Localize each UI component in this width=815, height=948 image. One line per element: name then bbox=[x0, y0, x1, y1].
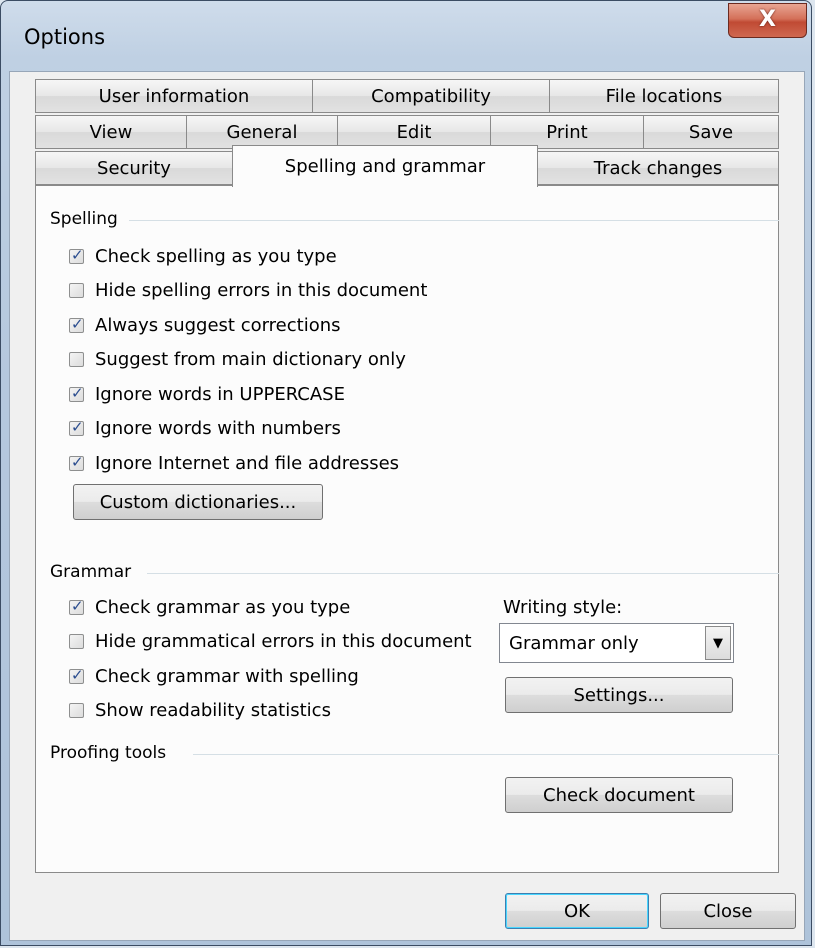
checkbox[interactable] bbox=[69, 352, 84, 367]
checkbox[interactable]: ✓ bbox=[69, 452, 84, 471]
writing-style-value: Grammar only bbox=[509, 633, 639, 654]
check-icon: ✓ bbox=[71, 314, 84, 333]
title-bar[interactable]: Options X bbox=[1, 1, 811, 71]
tab-view[interactable]: View bbox=[35, 115, 187, 149]
grammar-option-checkbox-row[interactable]: ✓ Check grammar with spelling bbox=[69, 664, 359, 688]
ok-button[interactable]: OK bbox=[505, 893, 649, 929]
check-icon: ✓ bbox=[71, 665, 84, 684]
checkbox[interactable] bbox=[69, 634, 84, 649]
close-button[interactable]: Close bbox=[660, 893, 796, 929]
checkbox[interactable]: ✓ bbox=[69, 418, 84, 436]
window-title: Options bbox=[24, 25, 106, 49]
checkbox-label: Hide grammatical errors in this document bbox=[95, 631, 472, 652]
tab-general[interactable]: General bbox=[186, 115, 338, 149]
checkbox-label: Ignore words in UPPERCASE bbox=[95, 383, 345, 405]
checkbox[interactable]: ✓ bbox=[69, 665, 84, 684]
checkbox-label: Hide spelling errors in this document bbox=[95, 280, 428, 301]
spelling-option-checkbox-row[interactable]: Suggest from main dictionary only bbox=[69, 348, 406, 372]
tab-security[interactable]: Security bbox=[35, 151, 233, 185]
check-icon: ✓ bbox=[71, 452, 84, 471]
checkbox[interactable]: ✓ bbox=[69, 383, 84, 402]
tab-compatibility[interactable]: Compatibility bbox=[312, 79, 550, 113]
proofing-tools-section-title: Proofing tools bbox=[50, 743, 167, 763]
checkbox[interactable]: ✓ bbox=[69, 314, 84, 333]
grammar-section-title: Grammar bbox=[50, 562, 132, 582]
writing-style-label: Writing style: bbox=[503, 597, 623, 618]
check-icon: ✓ bbox=[71, 596, 84, 615]
checkbox[interactable] bbox=[69, 703, 84, 718]
settings-button[interactable]: Settings... bbox=[505, 677, 733, 713]
spelling-option-checkbox-row[interactable]: ✓ Check spelling as you type bbox=[69, 244, 337, 268]
check-document-button[interactable]: Check document bbox=[505, 777, 733, 813]
checkbox-label: Always suggest corrections bbox=[95, 314, 341, 336]
checkbox-label: Check grammar as you type bbox=[95, 596, 351, 618]
check-icon: ✓ bbox=[71, 418, 84, 436]
checkbox-label: Ignore Internet and file addresses bbox=[95, 452, 400, 474]
spelling-divider bbox=[129, 220, 779, 221]
tab-print[interactable]: Print bbox=[490, 115, 644, 149]
checkbox-label: Suggest from main dictionary only bbox=[95, 349, 406, 370]
writing-style-select[interactable]: Grammar only ▼ bbox=[499, 623, 734, 663]
tab-user-information[interactable]: User information bbox=[35, 79, 313, 113]
spelling-option-checkbox-row[interactable]: ✓ Ignore words with numbers bbox=[69, 417, 341, 441]
spelling-section-title: Spelling bbox=[50, 209, 118, 229]
grammar-option-checkbox-row[interactable]: Show readability statistics bbox=[69, 699, 331, 723]
spelling-option-checkbox-row[interactable]: ✓ Ignore Internet and file addresses bbox=[69, 451, 399, 475]
checkbox[interactable]: ✓ bbox=[69, 596, 84, 615]
tab-edit[interactable]: Edit bbox=[337, 115, 491, 149]
options-dialog: Options X User information Compatibility… bbox=[0, 0, 812, 946]
grammar-option-checkbox-row[interactable]: ✓ Check grammar as you type bbox=[69, 595, 350, 619]
spelling-option-checkbox-row[interactable]: Hide spelling errors in this document bbox=[69, 279, 427, 303]
spelling-option-checkbox-row[interactable]: ✓ Ignore words in UPPERCASE bbox=[69, 382, 345, 406]
tab-spelling-and-grammar[interactable]: Spelling and grammar bbox=[232, 145, 538, 187]
checkbox-label: Check spelling as you type bbox=[95, 245, 337, 267]
check-icon: ✓ bbox=[71, 245, 84, 264]
checkbox[interactable]: ✓ bbox=[69, 245, 84, 264]
tab-file-locations[interactable]: File locations bbox=[549, 79, 779, 113]
grammar-option-checkbox-row[interactable]: Hide grammatical errors in this document bbox=[69, 630, 472, 654]
spelling-option-checkbox-row[interactable]: ✓ Always suggest corrections bbox=[69, 313, 341, 337]
checkbox-label: Check grammar with spelling bbox=[95, 665, 359, 687]
grammar-divider bbox=[147, 573, 779, 574]
proofing-divider bbox=[193, 754, 779, 755]
checkbox[interactable] bbox=[69, 283, 84, 298]
checkbox-label: Ignore words with numbers bbox=[95, 418, 341, 439]
chevron-down-icon[interactable]: ▼ bbox=[705, 626, 731, 660]
custom-dictionaries-button[interactable]: Custom dictionaries... bbox=[73, 484, 323, 520]
checkbox-label: Show readability statistics bbox=[95, 700, 331, 721]
tab-track-changes[interactable]: Track changes bbox=[537, 151, 779, 185]
check-icon: ✓ bbox=[71, 383, 84, 402]
close-window-button[interactable]: X bbox=[728, 3, 807, 38]
tab-save[interactable]: Save bbox=[643, 115, 779, 149]
